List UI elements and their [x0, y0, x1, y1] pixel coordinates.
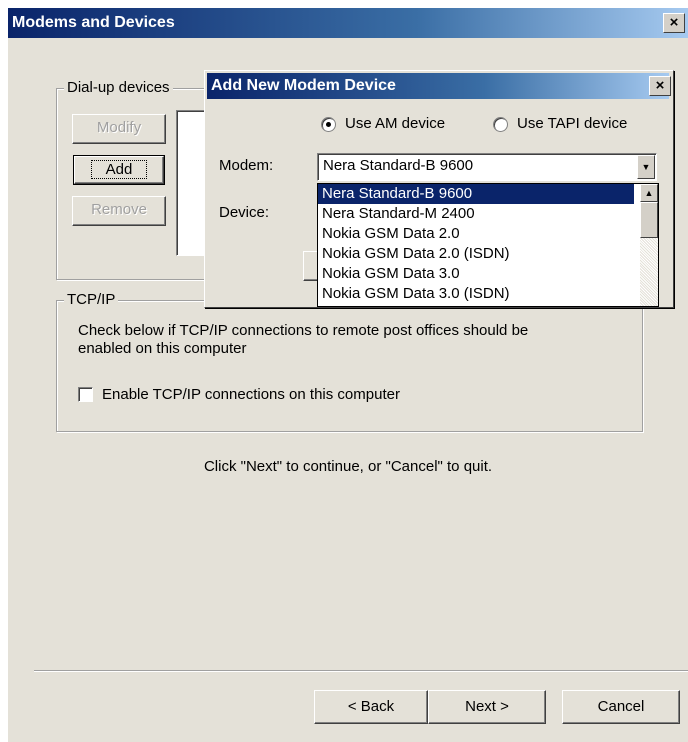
instruction-text: Click "Next" to continue, or "Cancel" to…: [203, 458, 493, 475]
dialog-close-button[interactable]: ×: [649, 76, 671, 96]
modem-option[interactable]: Nokia GSM Data 2.0 (ISDN): [318, 244, 634, 264]
enable-tcpip-checkbox[interactable]: [78, 387, 93, 402]
dialog-title: Add New Modem Device: [211, 77, 396, 94]
radio-selected-dot: [326, 122, 331, 127]
modem-select-value: Nera Standard-B 9600: [323, 157, 474, 174]
scroll-up-button[interactable]: ▲: [640, 184, 658, 202]
modem-select[interactable]: Nera Standard-B 9600 ▼: [317, 153, 657, 181]
modem-option[interactable]: Nokia GSM Data 3.0 (ISDN): [318, 284, 634, 304]
next-button[interactable]: Next >: [428, 690, 546, 724]
modem-label: Modem:: [219, 157, 274, 174]
close-icon: ×: [655, 77, 665, 94]
footer-separator: [34, 670, 688, 671]
scroll-thumb[interactable]: [640, 202, 658, 238]
dropdown-scrollbar[interactable]: ▲: [640, 184, 658, 306]
chevron-down-icon: ▼: [641, 162, 651, 172]
tcpip-description: Check below if TCP/IP connections to rem…: [78, 322, 529, 357]
use-tapi-device-label[interactable]: Use TAPI device: [517, 115, 627, 132]
dialup-devices-legend: Dial-up devices: [64, 80, 173, 96]
chevron-up-icon: ▲: [644, 188, 654, 198]
back-button[interactable]: < Back: [314, 690, 428, 724]
modem-options: Nera Standard-B 9600 Nera Standard-M 2400…: [318, 184, 634, 304]
remove-button[interactable]: Remove: [72, 196, 166, 226]
modem-dropdown-list[interactable]: Nera Standard-B 9600 Nera Standard-M 2400…: [317, 183, 659, 307]
modem-dropdown-button[interactable]: ▼: [637, 155, 655, 179]
enable-tcpip-label[interactable]: Enable TCP/IP connections on this comput…: [102, 386, 400, 403]
cancel-button[interactable]: Cancel: [562, 690, 680, 724]
use-am-device-radio[interactable]: [321, 117, 336, 132]
dialog-titlebar: Add New Modem Device: [207, 73, 669, 99]
modem-option[interactable]: Nokia GSM Data 3.0: [318, 264, 634, 284]
close-icon: ×: [669, 14, 679, 31]
window-titlebar: Modems and Devices: [8, 8, 688, 38]
modem-option[interactable]: Nera Standard-B 9600: [318, 184, 634, 204]
add-button[interactable]: Add: [73, 155, 165, 185]
window-title: Modems and Devices: [12, 14, 175, 31]
add-new-modem-dialog: Add New Modem Device × Use AM device Use…: [204, 70, 674, 308]
device-label: Device:: [219, 204, 270, 221]
modem-option[interactable]: Nera Standard-M 2400: [318, 204, 634, 224]
add-button-label: Add: [90, 160, 148, 179]
tcpip-legend: TCP/IP: [64, 292, 119, 308]
window-close-button[interactable]: ×: [663, 13, 685, 33]
modem-option[interactable]: Nokia GSM Data 2.0: [318, 224, 634, 244]
use-tapi-device-radio[interactable]: [493, 117, 508, 132]
tcpip-group: [56, 300, 643, 432]
modify-button[interactable]: Modify: [72, 114, 166, 144]
use-am-device-label[interactable]: Use AM device: [345, 115, 445, 132]
